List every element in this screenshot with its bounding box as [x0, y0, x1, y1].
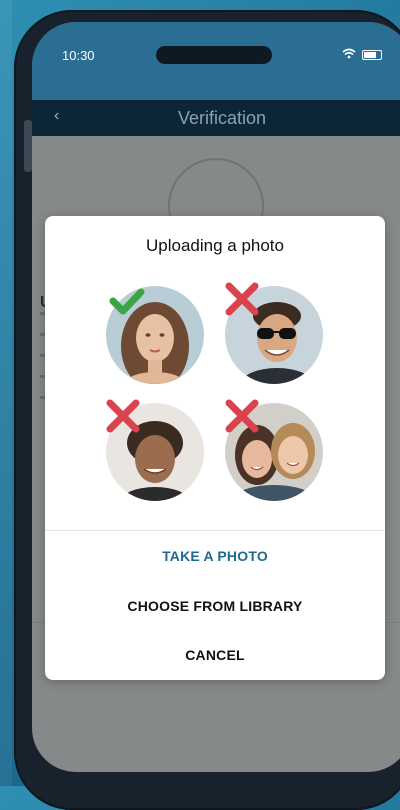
check-icon	[108, 282, 146, 320]
status-time: 10:30	[62, 48, 95, 63]
page-title: Verification	[177, 108, 267, 128]
navigation-bar: ‹ Verification	[32, 100, 400, 136]
cross-icon	[223, 280, 261, 318]
photo-examples	[45, 216, 385, 526]
battery-icon	[362, 49, 382, 60]
dialog-divider	[45, 530, 385, 531]
cancel-button[interactable]: CANCEL	[45, 647, 385, 663]
status-icons	[342, 47, 382, 62]
take-photo-button[interactable]: TAKE A PHOTO	[45, 548, 385, 564]
cross-icon	[223, 397, 261, 435]
cross-icon	[104, 397, 142, 435]
status-bar: 10:30	[32, 22, 400, 100]
choose-from-library-button[interactable]: CHOOSE FROM LIBRARY	[45, 598, 385, 614]
wifi-icon	[342, 47, 356, 62]
upload-photo-dialog: Uploading a photo TAKE A PHOTO CHOOSE FR…	[45, 216, 385, 680]
notch	[156, 46, 272, 64]
phone-side-button	[24, 120, 32, 172]
